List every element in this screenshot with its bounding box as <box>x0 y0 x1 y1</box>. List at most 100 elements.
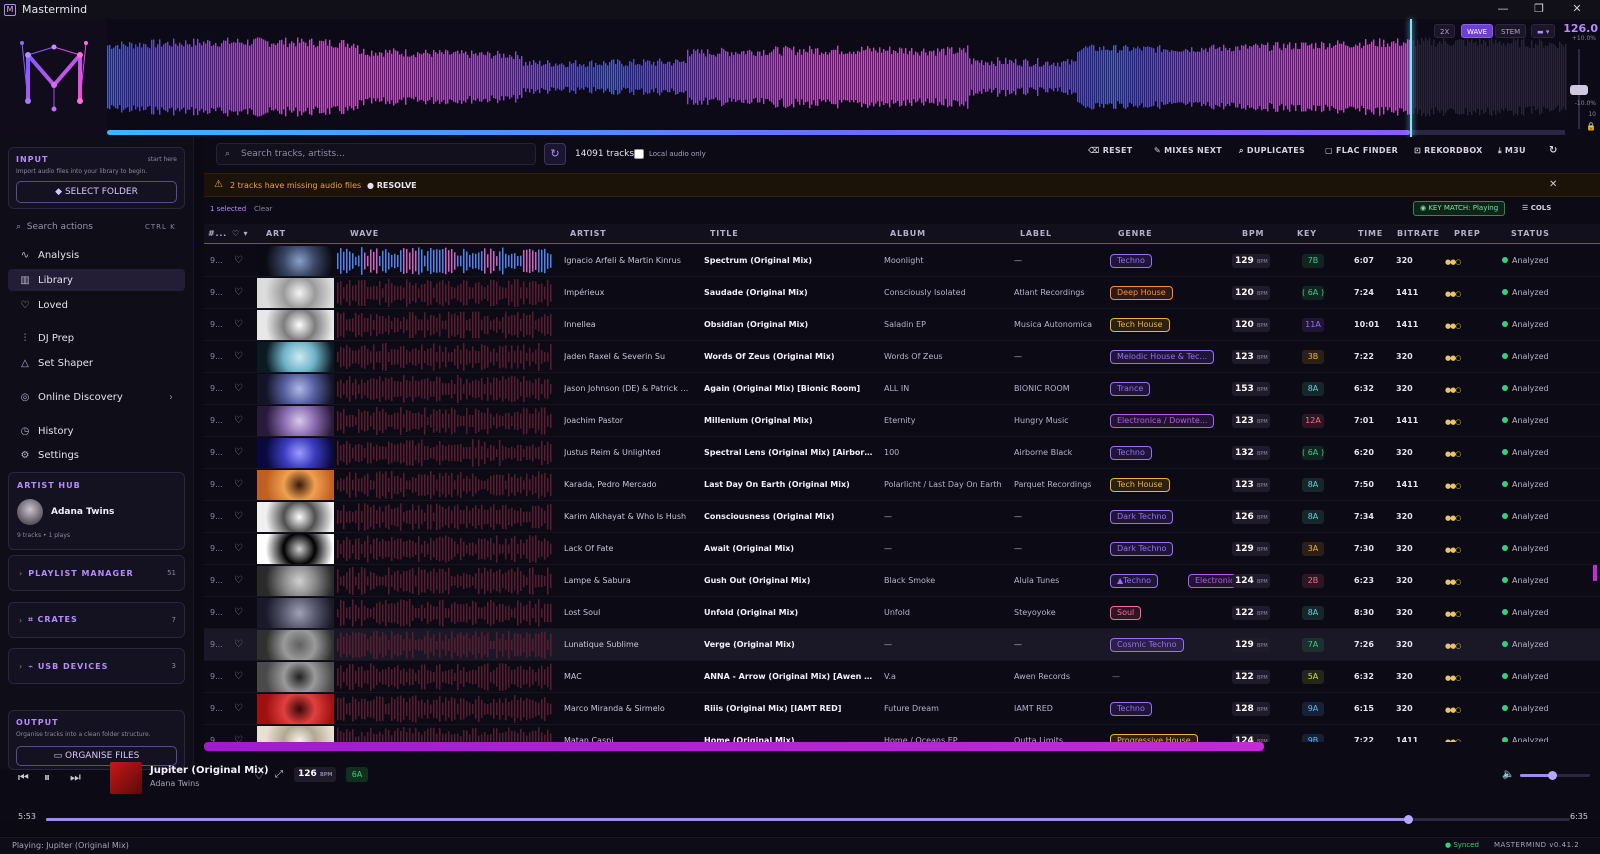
title-cell[interactable]: Again (Original Mix) [Bionic Room] <box>704 373 874 405</box>
reset-button[interactable]: ⌫ RESET <box>1088 146 1133 155</box>
table-row[interactable]: 9... ♡ Lost Soul Unfold (Original Mix) Unfol… <box>204 597 1600 629</box>
label-cell[interactable]: — <box>1014 629 1104 661</box>
label-cell[interactable]: Hungry Music <box>1014 405 1104 437</box>
tempo-fader-knob[interactable] <box>1570 85 1588 95</box>
volume-slider[interactable] <box>1520 771 1590 780</box>
row-waveform[interactable] <box>337 598 553 628</box>
progress-knob[interactable] <box>1404 815 1414 824</box>
heart-icon[interactable]: ♡ <box>234 437 243 469</box>
album-art[interactable] <box>257 598 334 628</box>
heart-icon[interactable]: ♡ <box>234 501 243 533</box>
row-waveform[interactable] <box>337 374 553 404</box>
close-icon[interactable]: ✕ <box>1549 179 1557 190</box>
row-waveform[interactable] <box>337 694 553 724</box>
maximize-button[interactable]: ❐ <box>1524 0 1554 19</box>
heart-icon[interactable]: ♡ <box>234 309 243 341</box>
close-window-button[interactable]: ✕ <box>1562 0 1592 19</box>
album-art[interactable] <box>257 566 334 596</box>
heart-icon[interactable]: ♡ <box>234 341 243 373</box>
album-art[interactable] <box>257 534 334 564</box>
title-cell[interactable]: Words Of Zeus (Original Mix) <box>704 341 874 373</box>
title-cell[interactable]: Obsidian (Original Mix) <box>704 309 874 341</box>
artist-cell[interactable]: Lampe & Sabura <box>564 565 689 597</box>
label-cell[interactable]: Atlant Recordings <box>1014 277 1104 309</box>
color-mode-icon[interactable]: ▬ ▾ <box>1531 24 1556 38</box>
table-row[interactable]: 9... ♡ Karim Alkhayat & Who Is Hush Conscio… <box>204 501 1600 533</box>
share-icon[interactable]: ⤢ <box>275 769 283 780</box>
sidebar-item-analysis[interactable]: ∿ Analysis <box>8 244 185 266</box>
col-album[interactable]: ALBUM <box>890 229 926 238</box>
genre-badge[interactable]: ▲Techno <box>1110 574 1159 588</box>
table-row[interactable]: 9... ♡ Matan Caspi Home (Original Mix) Home … <box>204 725 1600 742</box>
genre-badge[interactable]: Techno <box>1110 254 1152 268</box>
table-row[interactable]: 9... ♡ Impérieux Saudade (Original Mix) Cons… <box>204 277 1600 309</box>
artist-cell[interactable]: Karim Alkhayat & Who Is Hush <box>564 501 689 533</box>
prep-rating[interactable]: ●●○ <box>1445 418 1461 426</box>
prep-rating[interactable]: ●●○ <box>1445 578 1461 586</box>
genre-badge[interactable]: Tech House <box>1110 318 1170 332</box>
album-art[interactable] <box>257 470 334 500</box>
col-status[interactable]: STATUS <box>1511 229 1550 238</box>
col-label[interactable]: LABEL <box>1020 229 1052 238</box>
artist-cell[interactable]: Lost Soul <box>564 597 689 629</box>
row-waveform[interactable] <box>337 534 553 564</box>
table-row[interactable]: 9... ♡ Joachim Pastor Millenium (Original M… <box>204 405 1600 437</box>
overview-progress[interactable] <box>107 130 1410 135</box>
wave-mode-button[interactable]: WAVE <box>1461 24 1494 38</box>
row-waveform[interactable] <box>337 438 553 468</box>
album-art[interactable] <box>257 246 334 276</box>
album-cell[interactable]: ALL IN <box>884 373 1009 405</box>
col-bpm[interactable]: BPM <box>1242 229 1264 238</box>
row-waveform[interactable] <box>337 630 553 660</box>
heart-icon[interactable]: ♡ <box>234 597 243 629</box>
genre-badge[interactable]: Trance <box>1110 382 1151 396</box>
row-waveform[interactable] <box>337 406 553 436</box>
artist-cell[interactable]: Impérieux <box>564 277 689 309</box>
genre-badge[interactable]: Deep House <box>1110 286 1173 300</box>
genre-badge[interactable]: Techno <box>1110 702 1152 716</box>
previous-icon[interactable]: ⏮ <box>18 770 29 785</box>
volume-knob[interactable] <box>1547 771 1557 780</box>
heart-icon[interactable]: ♡ <box>234 405 243 437</box>
title-cell[interactable]: Millenium (Original Mix) <box>704 405 874 437</box>
rekordbox-button[interactable]: ⊡ REKORDBOX <box>1414 146 1483 155</box>
album-cell[interactable]: Polarlicht / Last Day On Earth <box>884 469 1009 501</box>
heart-icon[interactable]: ♡ <box>234 565 243 597</box>
clear-selection-button[interactable]: Clear <box>254 205 272 213</box>
artist-cell[interactable]: Lack Of Fate <box>564 533 689 565</box>
album-art[interactable] <box>257 502 334 532</box>
album-cell[interactable]: Eternity <box>884 405 1009 437</box>
album-cell[interactable]: V.a <box>884 661 1009 693</box>
sidebar-item-settings[interactable]: ⚙ Settings <box>8 444 185 466</box>
mixes-next-button[interactable]: ✎ MIXES NEXT <box>1154 146 1222 155</box>
prep-rating[interactable]: ●●○ <box>1445 482 1461 490</box>
row-waveform[interactable] <box>337 246 553 276</box>
album-art[interactable] <box>257 406 334 436</box>
label-cell[interactable]: IAMT RED <box>1014 693 1104 725</box>
row-waveform[interactable] <box>337 502 553 532</box>
col-title[interactable]: TITLE <box>710 229 738 238</box>
album-cell[interactable]: Home / Oceans EP <box>884 725 1009 742</box>
artist-cell[interactable]: Justus Reim & Unlighted <box>564 437 689 469</box>
columns-button[interactable]: ☰ COLS <box>1522 204 1551 212</box>
zoom-2x-button[interactable]: 2X <box>1434 24 1456 38</box>
label-cell[interactable]: Steyoyoke <box>1014 597 1104 629</box>
title-cell[interactable]: Saudade (Original Mix) <box>704 277 874 309</box>
row-waveform[interactable] <box>337 566 553 596</box>
duplicates-button[interactable]: ⌕ DUPLICATES <box>1239 146 1305 156</box>
prep-rating[interactable]: ●●○ <box>1445 546 1461 554</box>
genre-badge[interactable]: Soul <box>1110 606 1142 620</box>
artist-cell[interactable]: Lunatique Sublime <box>564 629 689 661</box>
playback-progress[interactable] <box>46 815 1570 824</box>
local-only-checkbox[interactable] <box>634 149 644 159</box>
col-art[interactable]: ART <box>266 229 286 238</box>
heart-icon[interactable]: ♡ <box>234 469 243 501</box>
playlist-manager-section[interactable]: › PLAYLIST MANAGER 51 <box>8 555 185 591</box>
prep-rating[interactable]: ●●○ <box>1445 706 1461 714</box>
label-cell[interactable]: BIONIC ROOM <box>1014 373 1104 405</box>
album-art[interactable] <box>257 438 334 468</box>
artist-cell[interactable]: Joachim Pastor <box>564 405 689 437</box>
avatar[interactable] <box>17 499 43 525</box>
col-wave[interactable]: WAVE <box>350 229 379 238</box>
table-row[interactable]: 9... ♡ Jaden Raxel & Severin Su Words Of Ze… <box>204 341 1600 373</box>
